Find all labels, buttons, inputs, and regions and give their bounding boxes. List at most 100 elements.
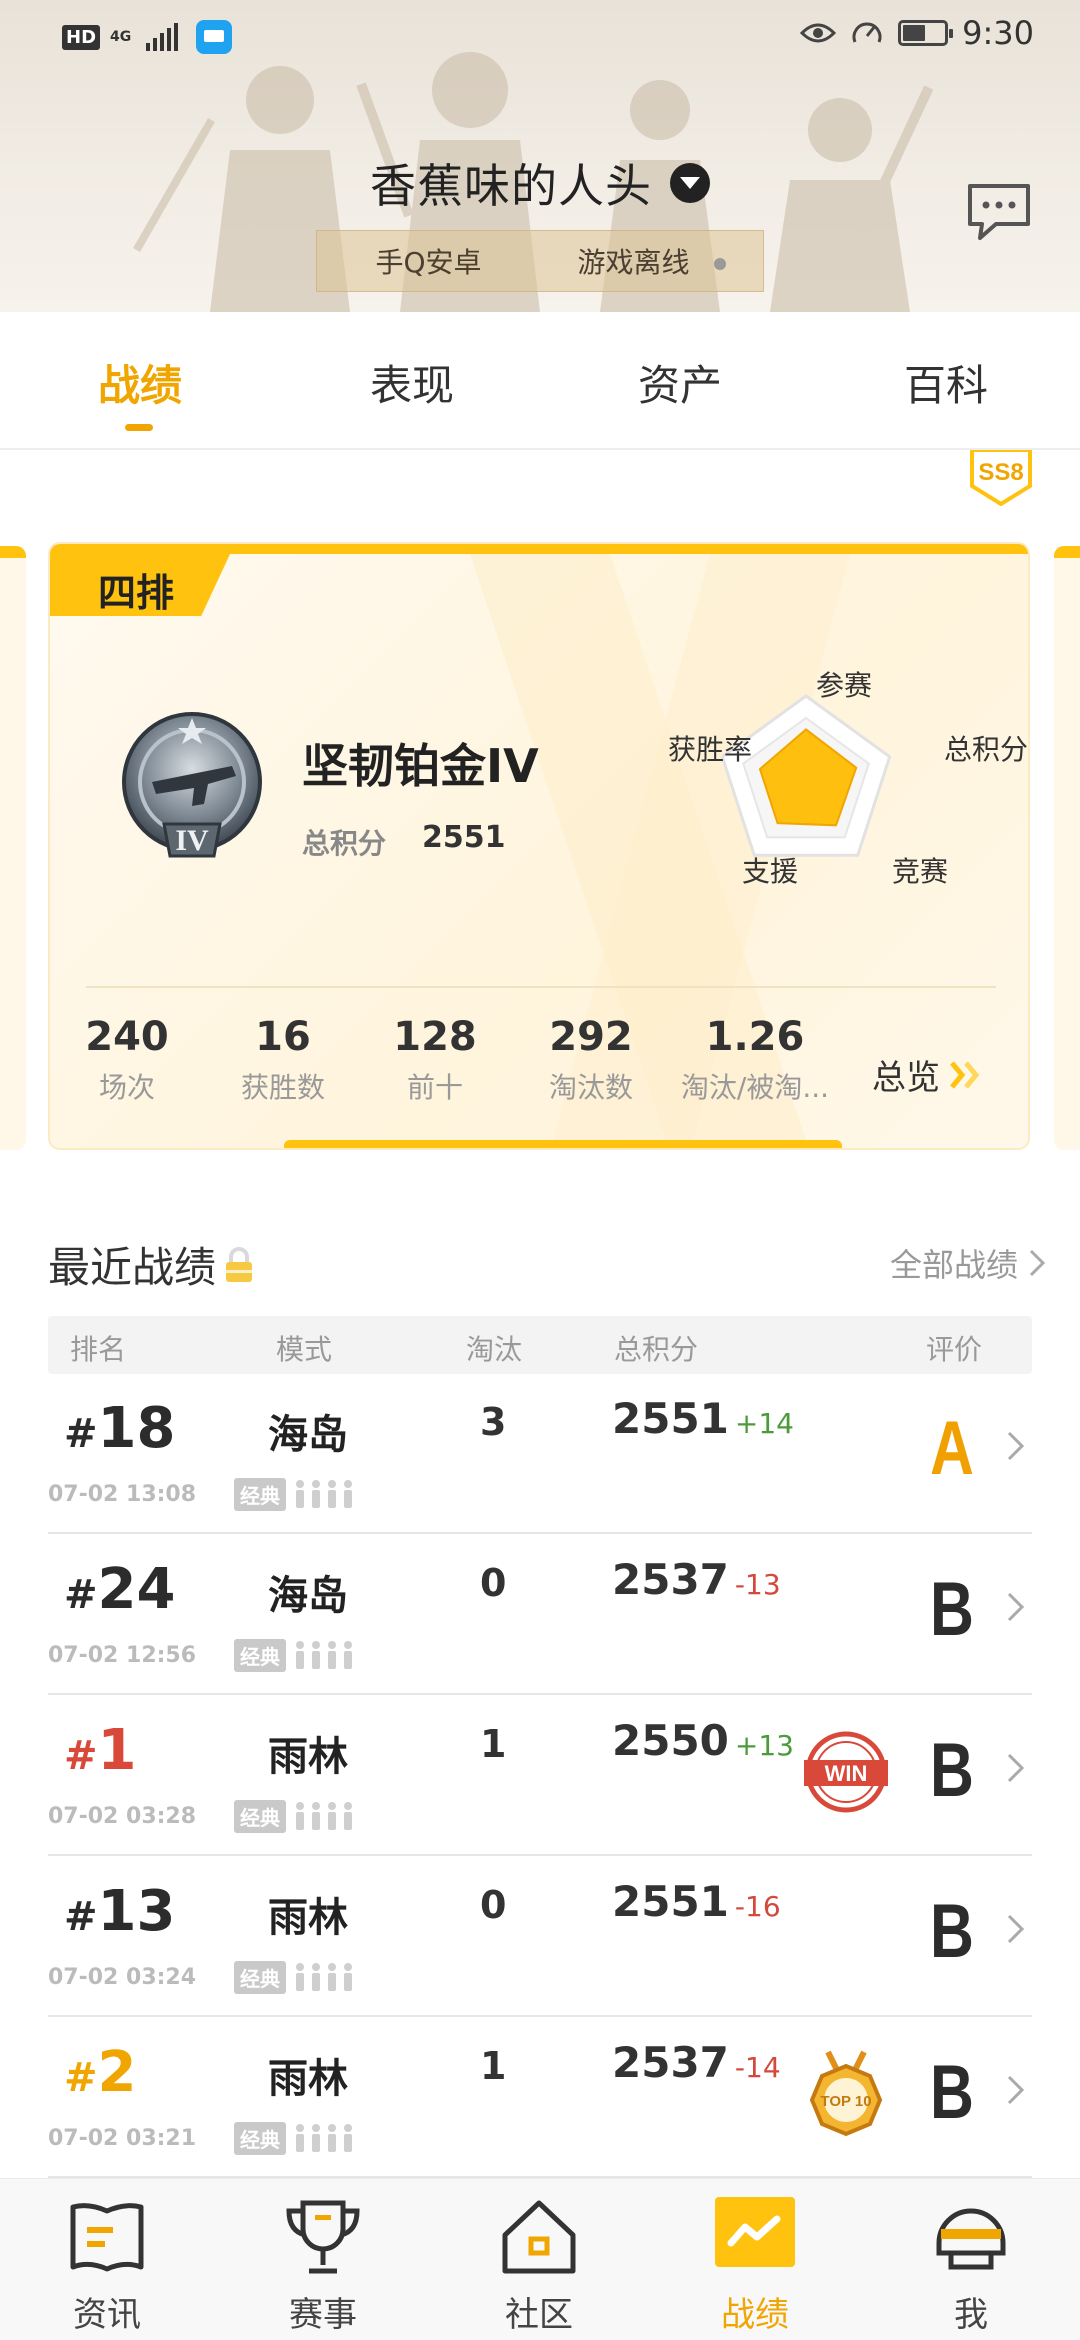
radar-label-competition: 竞赛	[892, 855, 949, 888]
nav-events[interactable]: 赛事	[248, 2195, 398, 2336]
rank-stats-card: 四排 IV 坚韧铂金IV 总积分 2551 参赛 总积分 竞赛 支援 获胜率 2…	[48, 542, 1030, 1150]
row-score-value: 2537	[612, 1555, 729, 1604]
chevron-right-icon	[1007, 1914, 1025, 1944]
grade-badge: B	[932, 1567, 972, 1645]
row-rank: #2	[64, 2040, 136, 2105]
season-badge[interactable]: SS8	[968, 450, 1034, 506]
next-card-peek[interactable]	[1054, 546, 1080, 1150]
row-map: 雨林	[268, 1895, 348, 1941]
mode-tag-label: 四排	[98, 571, 175, 615]
row-rank: #24	[64, 1557, 175, 1622]
stat-kd-ratio: 1.26 淘汰/被淘...	[670, 1014, 840, 1106]
rank-number: 13	[97, 1879, 176, 1944]
rank-hash: #	[64, 1572, 98, 1618]
grade-letter: B	[932, 2050, 972, 2128]
signal-icon	[146, 23, 179, 51]
double-chevron-right-icon	[950, 1060, 980, 1089]
chevron-right-icon	[1007, 1753, 1025, 1783]
overview-button[interactable]: 总览	[872, 1050, 982, 1099]
news-icon	[70, 2203, 144, 2272]
active-tab-indicator	[125, 424, 153, 431]
message-icon[interactable]	[966, 180, 1032, 242]
radar-graphic	[720, 694, 892, 857]
row-score-value: 2537	[612, 2038, 729, 2087]
grade-letter: B	[932, 1567, 972, 1645]
record-row[interactable]: #24 07-02 12:56 海岛 经典 0 2537 -13 B	[48, 1535, 1032, 1695]
radar-label-support: 支援	[742, 855, 799, 888]
nav-me[interactable]: 我	[896, 2195, 1046, 2336]
chevron-right-icon	[1007, 2075, 1025, 2105]
lock-icon[interactable]	[222, 1245, 256, 1285]
squad-icon	[296, 2124, 352, 2152]
card-top-border	[50, 544, 1028, 554]
record-row[interactable]: #13 07-02 03:24 雨林 经典 0 2551 -16 B	[48, 1857, 1032, 2017]
records-table-header: 排名 模式 淘汰 总积分 评价	[48, 1316, 1032, 1374]
dropdown-icon[interactable]	[670, 163, 710, 203]
trophy-icon	[286, 2200, 360, 2274]
stat-eliminations: 292 淘汰数	[516, 1014, 666, 1106]
record-row[interactable]: #2 07-02 03:21 雨林 经典 1 2537 -14 B TOP 10	[48, 2018, 1032, 2178]
grade-badge: B	[932, 1728, 972, 1806]
game-status-text: 游戏离线	[577, 246, 690, 279]
header-mode: 模式	[276, 1333, 333, 1366]
tab-wiki[interactable]: 百科	[876, 352, 1016, 413]
row-score-delta: -14	[734, 2051, 781, 2084]
nav-news-label: 资讯	[73, 2295, 141, 2335]
ability-radar-chart[interactable]: 参赛 总积分 竞赛 支援 获胜率	[622, 654, 1028, 934]
row-kills: 0	[480, 1561, 507, 1605]
chevron-right-icon	[1007, 1431, 1025, 1461]
classic-mode-tag: 经典	[234, 1478, 286, 1511]
rank-number: 2	[97, 2040, 137, 2105]
row-map: 雨林	[268, 1734, 348, 1780]
row-score: 2537 -13	[612, 1555, 781, 1604]
all-records-label: 全部战绩	[889, 1246, 1018, 1284]
account-switcher[interactable]: 香蕉味的人头	[0, 150, 1080, 216]
all-records-link[interactable]: 全部战绩	[890, 1240, 1046, 1286]
game-status: 游戏离线	[540, 241, 763, 281]
row-score-value: 2550	[612, 1716, 729, 1765]
nav-community[interactable]: 社区	[464, 2195, 614, 2336]
row-time: 07-02 03:28	[48, 1804, 197, 1829]
eye-icon	[800, 23, 837, 43]
tab-assets[interactable]: 资产	[610, 352, 750, 413]
rank-title: 坚韧铂金IV	[302, 739, 539, 793]
header-kills: 淘汰	[466, 1333, 523, 1366]
record-row[interactable]: #18 07-02 13:08 海岛 经典 3 2551 +14 A	[48, 1374, 1032, 1534]
win-stamp-icon: WIN	[804, 1731, 888, 1813]
network-type: 4G	[110, 29, 132, 45]
bottom-navigation: 资讯 赛事 社区 战绩 我	[0, 2178, 1080, 2340]
row-kills: 1	[480, 2044, 507, 2088]
tab-performance[interactable]: 表现	[342, 352, 482, 413]
previous-card-peek[interactable]	[0, 546, 26, 1150]
main-tabs: 战绩 表现 资产 百科	[0, 312, 1080, 450]
stat-eliminations-label: 淘汰数	[548, 1071, 633, 1104]
row-rank: #1	[64, 1718, 136, 1783]
nav-news[interactable]: 资讯	[32, 2195, 182, 2336]
chevron-right-icon	[1007, 1592, 1025, 1622]
tab-record[interactable]: 战绩	[70, 352, 210, 413]
radar-label-participation: 参赛	[816, 669, 873, 702]
grade-letter: B	[932, 1889, 972, 1967]
stat-wins-value: 16	[255, 1014, 311, 1060]
stat-kd-label: 淘汰/被淘...	[680, 1071, 830, 1104]
squad-icon	[296, 1963, 352, 1991]
classic-mode-tag: 经典	[234, 1639, 286, 1672]
emblem-tier-text: IV	[175, 824, 209, 857]
row-rank: #13	[64, 1879, 175, 1944]
nav-records-label: 战绩	[721, 2295, 789, 2335]
total-score-label: 总积分	[302, 827, 387, 860]
row-map: 雨林	[268, 2056, 348, 2102]
row-score-value: 2551	[612, 1877, 729, 1926]
total-score-value: 2551	[422, 820, 506, 855]
row-kills: 0	[480, 1883, 507, 1927]
stat-top10: 128 前十	[360, 1014, 510, 1106]
rank-hash: #	[64, 1733, 98, 1779]
squad-icon	[296, 1802, 352, 1830]
nav-records[interactable]: 战绩	[680, 2195, 830, 2336]
classic-mode-tag: 经典	[234, 1961, 286, 1994]
platinum-rank-emblem-icon: IV	[122, 712, 262, 858]
grade-badge: B	[932, 2050, 972, 2128]
nav-events-label: 赛事	[289, 2295, 357, 2335]
record-row[interactable]: #1 07-02 03:28 雨林 经典 1 2550 +13 B WIN	[48, 1696, 1032, 1856]
row-time: 07-02 03:21	[48, 2126, 197, 2151]
